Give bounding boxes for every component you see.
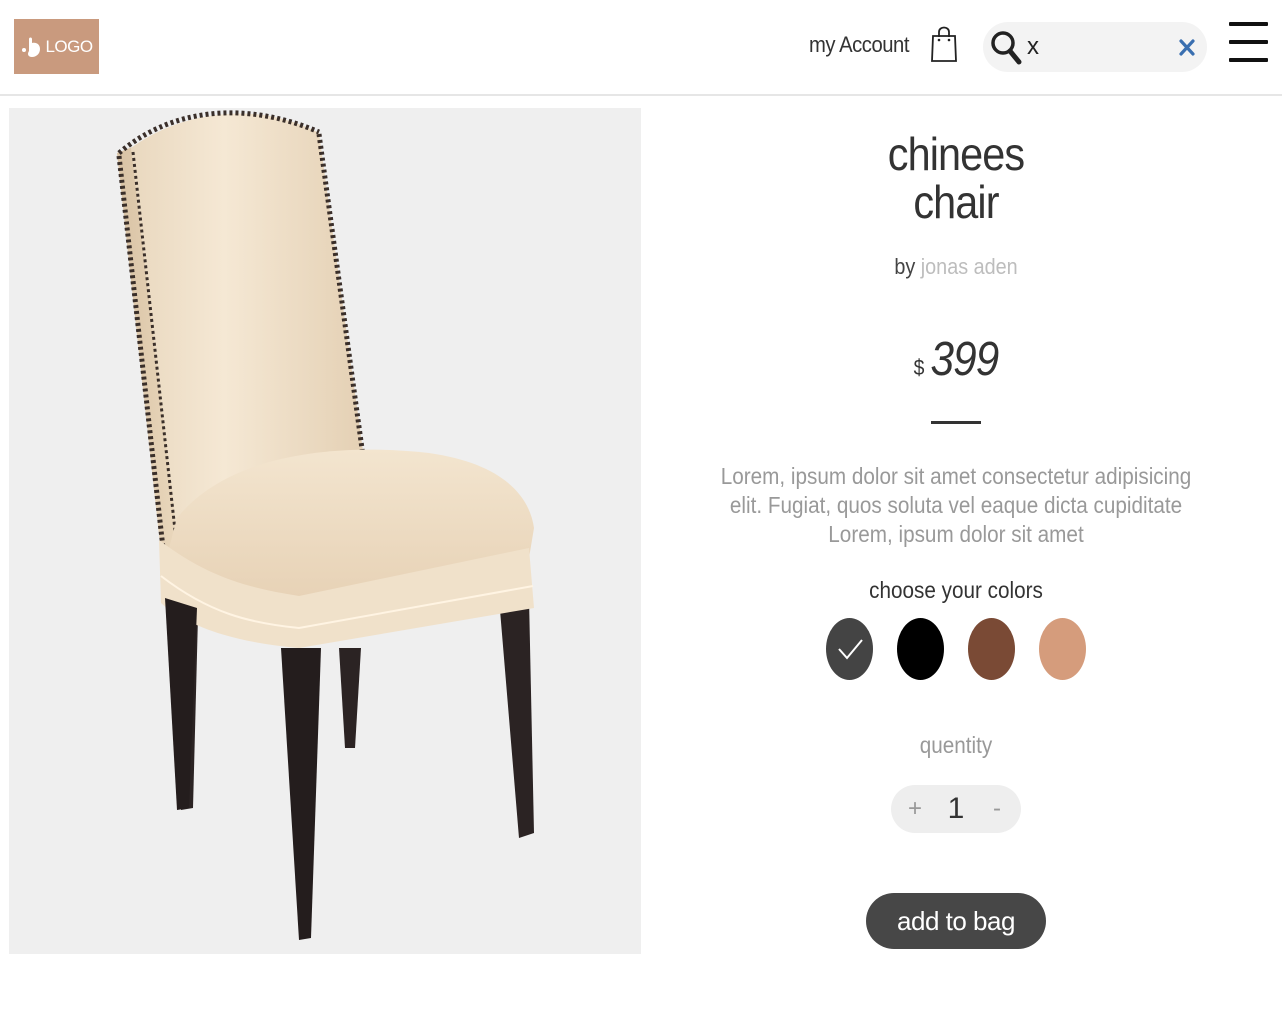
hamburger-menu-icon[interactable]	[1229, 22, 1269, 64]
add-to-bag-button[interactable]: add to bag	[866, 893, 1046, 949]
logo-text: LOGO	[45, 36, 93, 56]
colors-label: choose your colors	[869, 577, 1043, 603]
quantity-decrement-button[interactable]: -	[987, 795, 1007, 823]
product-details: chinees chair by jonas aden $399 Lorem, …	[690, 130, 1222, 949]
divider	[931, 421, 981, 424]
color-swatch[interactable]	[826, 618, 873, 680]
logo[interactable]: LOGO	[14, 19, 99, 74]
shopping-bag-icon[interactable]	[929, 24, 959, 64]
color-swatches	[690, 618, 1222, 680]
search-input[interactable]	[1027, 32, 1167, 62]
product-title: chinees chair	[717, 130, 1196, 226]
product-title-line1: chinees	[887, 128, 1025, 180]
search-box	[983, 22, 1207, 72]
quantity-stepper: + 1 -	[891, 785, 1021, 833]
chair-illustration	[116, 110, 534, 940]
quantity-value: 1	[947, 792, 965, 825]
menu-bar	[1229, 40, 1268, 44]
search-icon[interactable]	[989, 28, 1023, 66]
price-currency: $	[913, 355, 925, 380]
color-swatch[interactable]	[1039, 618, 1086, 680]
price: $399	[722, 332, 1190, 387]
price-value: 399	[930, 333, 1000, 386]
by-prefix: by	[894, 254, 916, 279]
logo-mark-icon	[20, 35, 42, 59]
product-image	[9, 108, 641, 954]
color-swatch[interactable]	[968, 618, 1015, 680]
product-title-line2: chair	[913, 176, 999, 228]
checkmark-icon	[838, 639, 863, 660]
top-header: LOGO my Account	[0, 0, 1282, 96]
quantity-label: quentity	[919, 732, 993, 758]
color-swatch[interactable]	[897, 618, 944, 680]
my-account-link[interactable]: my Account	[809, 32, 909, 58]
quantity-increment-button[interactable]: +	[905, 795, 925, 823]
product-description: Lorem, ipsum dolor sit amet consectetur …	[720, 463, 1192, 547]
byline: by jonas aden	[717, 254, 1196, 280]
author-link[interactable]: jonas aden	[921, 254, 1018, 279]
clear-x-icon[interactable]	[1176, 35, 1198, 59]
menu-bar	[1229, 22, 1268, 26]
menu-bar	[1229, 58, 1268, 62]
